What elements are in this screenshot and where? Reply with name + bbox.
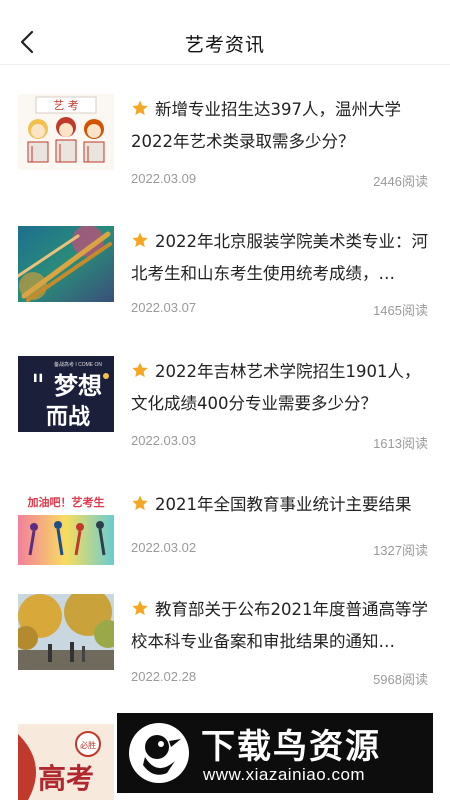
watermark-banner: 下载鸟资源 www.xiazainiao.com xyxy=(117,713,433,793)
article-read-count: 5968阅读 xyxy=(373,672,428,687)
svg-text:": " xyxy=(31,369,45,404)
article-title: 2022年北京服装学院美术类专业：河北考生和山东考生使用统考成绩，… xyxy=(131,226,431,290)
article-item[interactable]: 备战高考 I COME ON " 梦想 而战 2022年吉林艺术学院招生1901… xyxy=(0,356,450,466)
article-read-count: 1327阅读 xyxy=(373,543,428,558)
article-read-count: 1465阅读 xyxy=(373,303,428,318)
article-title-text: 2021年全国教育事业统计主要结果 xyxy=(155,495,412,514)
article-thumbnail xyxy=(18,226,114,302)
star-icon xyxy=(132,100,148,116)
article-title: 新增专业招生达397人，温州大学2022年艺术类录取需多少分？ xyxy=(131,94,431,158)
star-icon xyxy=(132,362,148,378)
thumb-text: 高考 xyxy=(38,762,94,795)
article-read-count: 2446阅读 xyxy=(373,174,428,189)
article-date: 2022.03.07 xyxy=(131,300,197,315)
thumb-text: 备战高考 I COME ON xyxy=(54,361,102,368)
watermark-title: 下载鸟资源 xyxy=(201,727,381,767)
article-read-count: 1613阅读 xyxy=(373,436,428,451)
article-title: 2021年全国教育事业统计主要结果 xyxy=(131,489,431,521)
star-icon xyxy=(132,495,148,511)
article-item[interactable]: 艺 考 新增专业招生达397人，温州大学2022年艺术类录取需多少分？ 2022… xyxy=(0,94,450,204)
article-item[interactable]: 教育部关于公布2021年度普通高等学校本科专业备案和审批结果的通知… 2022.… xyxy=(0,594,450,704)
article-title: 教育部关于公布2021年度普通高等学校本科专业备案和审批结果的通知… xyxy=(131,594,431,658)
thumb-text: 艺 考 xyxy=(53,99,79,112)
article-title-text: 2022年北京服装学院美术类专业：河北考生和山东考生使用统考成绩，… xyxy=(131,232,428,283)
article-date: 2022.03.02 xyxy=(131,540,197,555)
article-title-text: 教育部关于公布2021年度普通高等学校本科专业备案和审批结果的通知… xyxy=(131,600,428,651)
article-thumbnail: 备战高考 I COME ON " 梦想 而战 xyxy=(18,356,114,432)
thumb-text: 梦想 xyxy=(54,372,102,400)
page-title: 艺考资讯 xyxy=(184,34,265,56)
thumb-text: 而战 xyxy=(46,405,90,430)
article-thumbnail: 艺 考 xyxy=(18,94,114,170)
star-icon xyxy=(132,232,148,248)
article-title-text: 2022年吉林艺术学院招生1901人，文化成绩400分专业需要多少分？ xyxy=(131,362,421,413)
article-title: 2022年吉林艺术学院招生1901人，文化成绩400分专业需要多少分？ xyxy=(131,356,431,420)
article-thumbnail: 加油吧！艺考生 xyxy=(18,489,114,565)
article-thumbnail: 必胜 高考 xyxy=(18,724,114,800)
article-item[interactable]: 2022年北京服装学院美术类专业：河北考生和山东考生使用统考成绩，… 2022.… xyxy=(0,226,450,336)
watermark-url: www.xiazainiao.com xyxy=(203,765,366,784)
article-title-text: 新增专业招生达397人，温州大学2022年艺术类录取需多少分？ xyxy=(131,100,401,151)
bird-logo-icon xyxy=(129,723,189,783)
thumb-badge: 必胜 xyxy=(80,740,96,750)
article-date: 2022.02.28 xyxy=(131,669,197,684)
top-bar: 艺考资讯 xyxy=(0,0,450,65)
article-date: 2022.03.03 xyxy=(131,433,197,448)
article-thumbnail xyxy=(18,594,114,670)
article-item[interactable]: 加油吧！艺考生 2021年全国教育事业统计主要结果 2022.03.02 132… xyxy=(0,489,450,579)
article-date: 2022.03.09 xyxy=(131,171,197,186)
star-icon xyxy=(132,600,148,616)
thumb-text: 加油吧！艺考生 xyxy=(27,495,105,509)
